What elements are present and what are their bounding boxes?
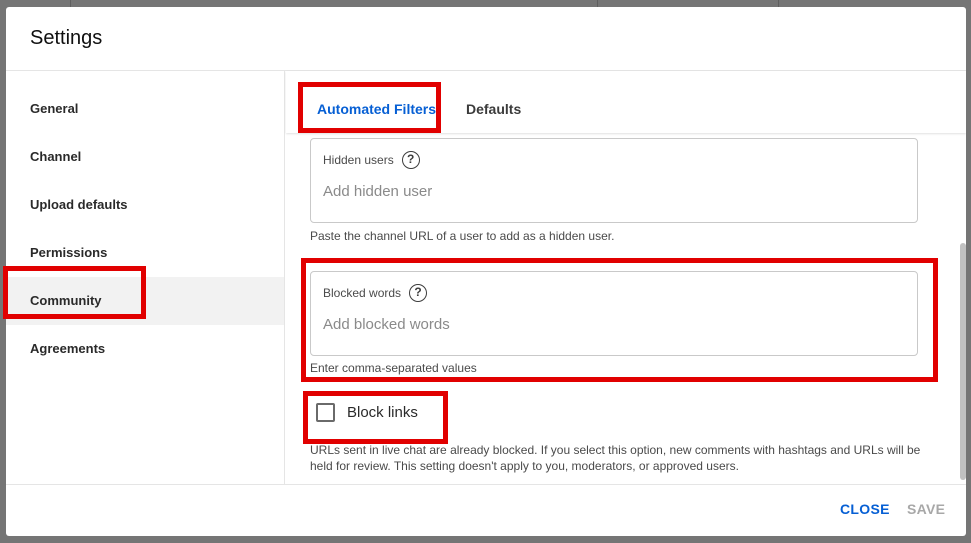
blocked-words-label: Blocked words ? [323, 284, 428, 302]
blocked-words-field[interactable]: Blocked words ? Add blocked words [310, 271, 918, 356]
dialog-title: Settings [30, 27, 103, 49]
hidden-users-field[interactable]: Hidden users ? Add hidden user [310, 138, 918, 223]
sidebar-item-upload-defaults[interactable]: Upload defaults [6, 181, 284, 229]
hidden-users-hint: Paste the channel URL of a user to add a… [310, 229, 615, 243]
sidebar-item-general[interactable]: General [6, 85, 284, 133]
sidebar-item-agreements[interactable]: Agreements [6, 325, 284, 373]
filters-panel: Hidden users ? Add hidden user Paste the… [286, 133, 966, 484]
close-button[interactable]: CLOSE [840, 501, 890, 517]
hidden-users-input[interactable]: Add hidden user [323, 183, 432, 200]
sidebar-item-permissions[interactable]: Permissions [6, 229, 284, 277]
block-links-checkbox[interactable]: Block links [316, 403, 418, 422]
sidebar-item-channel[interactable]: Channel [6, 133, 284, 181]
panel-scrollbar[interactable] [958, 133, 966, 484]
tab-defaults[interactable]: Defaults [466, 71, 521, 133]
blocked-words-input[interactable]: Add blocked words [323, 316, 450, 333]
footer-divider [6, 484, 966, 485]
active-tab-indicator [316, 129, 426, 132]
block-links-note: URLs sent in live chat are already block… [310, 443, 921, 473]
settings-tabs: Automated Filters Defaults [286, 71, 966, 133]
tab-automated-filters[interactable]: Automated Filters [317, 71, 436, 133]
block-links-label: Block links [347, 404, 418, 421]
help-icon[interactable]: ? [401, 151, 420, 169]
scrollbar-thumb[interactable] [960, 243, 966, 480]
save-button[interactable]: SAVE [907, 501, 945, 517]
sidebar-item-community[interactable]: Community [6, 277, 284, 325]
settings-sidebar: General Channel Upload defaults Permissi… [6, 71, 285, 484]
hidden-users-label-text: Hidden users [323, 153, 394, 167]
blocked-words-label-text: Blocked words [323, 286, 402, 300]
settings-dialog: Settings General Channel Upload defaults… [6, 7, 966, 536]
help-icon[interactable]: ? [409, 284, 428, 302]
checkbox-icon[interactable] [316, 403, 335, 422]
blocked-words-hint: Enter comma-separated values [310, 361, 477, 375]
hidden-users-label: Hidden users ? [323, 151, 420, 169]
